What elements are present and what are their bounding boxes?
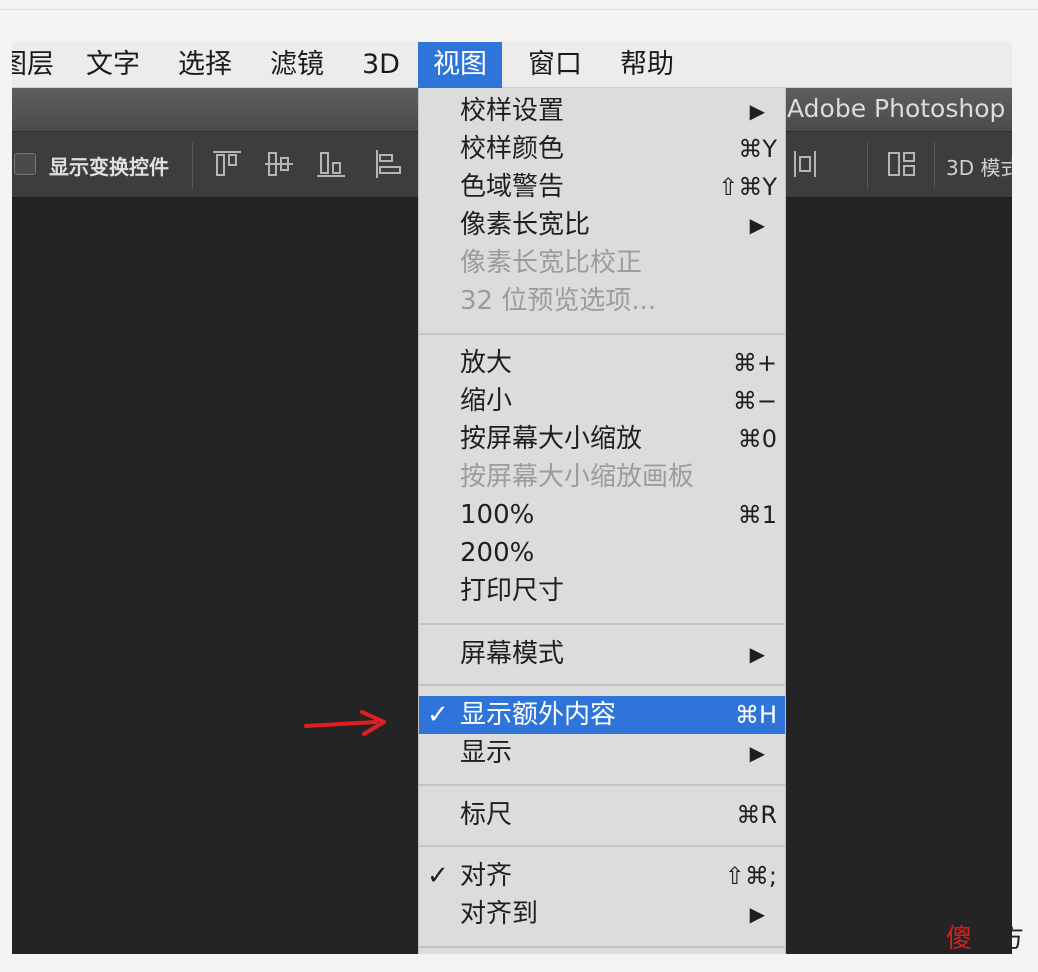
menu-item-label: 打印尺寸 [460,576,565,606]
show-transform-checkbox[interactable] [14,153,36,175]
menu-item-label: 100% [460,500,535,530]
menu-item-zoom-100[interactable]: 100% ⌘1 [419,496,785,534]
menu-item-fit-on-screen[interactable]: 按屏幕大小缩放 ⌘0 [419,420,785,458]
menu-item-pixel-aspect-ratio[interactable]: 像素长宽比 ▶ [419,206,785,244]
menu-separator [419,845,785,847]
auto-align-layers-icon[interactable] [886,149,916,179]
menu-item-print-size[interactable]: 打印尺寸 [419,572,785,610]
menu-separator [419,333,785,335]
menu-item-snap-to[interactable]: 对齐到 ▶ [419,895,785,933]
checkmark-icon: ✓ [427,861,449,891]
menu-item-label: 屏幕模式 [460,639,565,669]
menu-item-label: 校样颜色 [460,134,565,164]
menu-item-label: 校样设置 [460,96,565,126]
shortcut-label: ⌘0 [737,425,777,453]
submenu-arrow-icon: ▶ [749,99,765,123]
menu-item-zoom-200[interactable]: 200% [419,534,785,572]
menu-3d[interactable]: 3D [362,42,400,88]
menu-item-proof-colors[interactable]: 校样颜色 ⌘Y [419,130,785,168]
show-transform-label: 显示变换控件 [49,155,169,179]
submenu-arrow-icon: ▶ [749,213,765,237]
shortcut-label: ⌘− [732,387,777,415]
submenu-arrow-icon: ▶ [749,741,765,765]
menu-help[interactable]: 帮助 [620,42,674,88]
view-menu-dropdown: 校样设置 ▶ 校样颜色 ⌘Y 色域警告 ⇧⌘Y 像素长宽比 ▶ 像素长宽比校正 … [418,88,786,954]
watermark-first-char: 傻 [946,924,973,954]
menu-item-label: 按屏幕大小缩放画板 [460,462,695,492]
menu-view[interactable]: 视图 [418,42,502,88]
menu-item-label: 显示额外内容 [460,700,617,730]
menu-item-proof-setup[interactable]: 校样设置 ▶ [419,92,785,130]
submenu-arrow-icon: ▶ [749,902,765,926]
toolbar-divider [867,142,868,188]
menu-item-gamut-warning[interactable]: 色域警告 ⇧⌘Y [419,168,785,206]
menu-item-pixel-aspect-correction: 像素长宽比校正 [419,244,785,282]
menu-separator [419,946,785,948]
toolbar-divider [934,142,935,188]
menu-item-show[interactable]: 显示 ▶ [419,734,785,772]
toolbar-divider [192,142,193,188]
menu-item-label: 32 位预览选项... [460,286,657,316]
align-vertical-centers-icon[interactable] [264,149,294,179]
align-top-edges-icon[interactable] [212,149,242,179]
menu-item-rulers[interactable]: 标尺 ⌘R [419,796,785,834]
align-bottom-edges-icon[interactable] [316,149,346,179]
shortcut-label: ⇧⌘Y [718,173,777,201]
menu-select[interactable]: 选择 [178,42,232,88]
watermark-rest: 大方 [972,924,1025,954]
shortcut-label: ⌘1 [737,501,777,529]
3d-mode-label: 3D 模式 [946,156,1012,180]
menu-item-label: 显示 [460,738,513,768]
menu-item-label: 像素长宽比 [460,210,591,240]
shortcut-label: ⌘R [736,801,777,829]
page-top-rule [0,9,1038,10]
align-left-edges-icon[interactable] [374,149,404,179]
window-title: Adobe Photoshop C [787,94,1012,123]
menu-separator [419,784,785,786]
red-arrow-annotation-icon [304,710,386,736]
menu-item-label: 缩小 [460,386,513,416]
menu-item-zoom-out[interactable]: 缩小 ⌘− [419,382,785,420]
photoshop-screenshot: 图层 文字 选择 滤镜 3D 视图 窗口 帮助 Adobe Photoshop … [12,42,1012,954]
menu-item-fit-artboard: 按屏幕大小缩放画板 [419,458,785,496]
shortcut-label: ⌘+ [732,349,777,377]
menu-separator [419,623,785,625]
menu-item-label: 200% [460,538,535,568]
checkmark-icon: ✓ [427,700,449,730]
shortcut-label: ⇧⌘; [724,862,777,890]
menu-item-label: 放大 [460,348,513,378]
menu-filter[interactable]: 滤镜 [270,42,324,88]
distribute-horizontal-icon[interactable] [790,149,820,179]
submenu-arrow-icon: ▶ [749,642,765,666]
menu-item-label: 对齐到 [460,899,539,929]
shortcut-label: ⌘Y [738,135,777,163]
shortcut-label: ⌘H [734,701,777,729]
watermark: 傻大方 [946,918,1024,955]
menu-type[interactable]: 文字 [86,42,140,88]
menu-separator [419,684,785,686]
menu-item-show-extras[interactable]: ✓ 显示额外内容 ⌘H [419,696,785,734]
menu-item-label: 标尺 [460,800,513,830]
menu-window[interactable]: 窗口 [528,42,582,88]
menu-item-label: 色域警告 [460,172,565,202]
menu-item-label: 按屏幕大小缩放 [460,424,643,454]
menu-bar: 图层 文字 选择 滤镜 3D 视图 窗口 帮助 [12,42,1012,88]
menu-item-screen-mode[interactable]: 屏幕模式 ▶ [419,635,785,673]
menu-item-label: 对齐 [460,861,513,891]
menu-item-label: 像素长宽比校正 [460,248,643,278]
menu-item-zoom-in[interactable]: 放大 ⌘+ [419,344,785,382]
menu-item-32bit-preview: 32 位预览选项... [419,282,785,320]
menu-item-snap[interactable]: ✓ 对齐 ⇧⌘; [419,857,785,895]
menu-layer[interactable]: 图层 [12,42,54,88]
